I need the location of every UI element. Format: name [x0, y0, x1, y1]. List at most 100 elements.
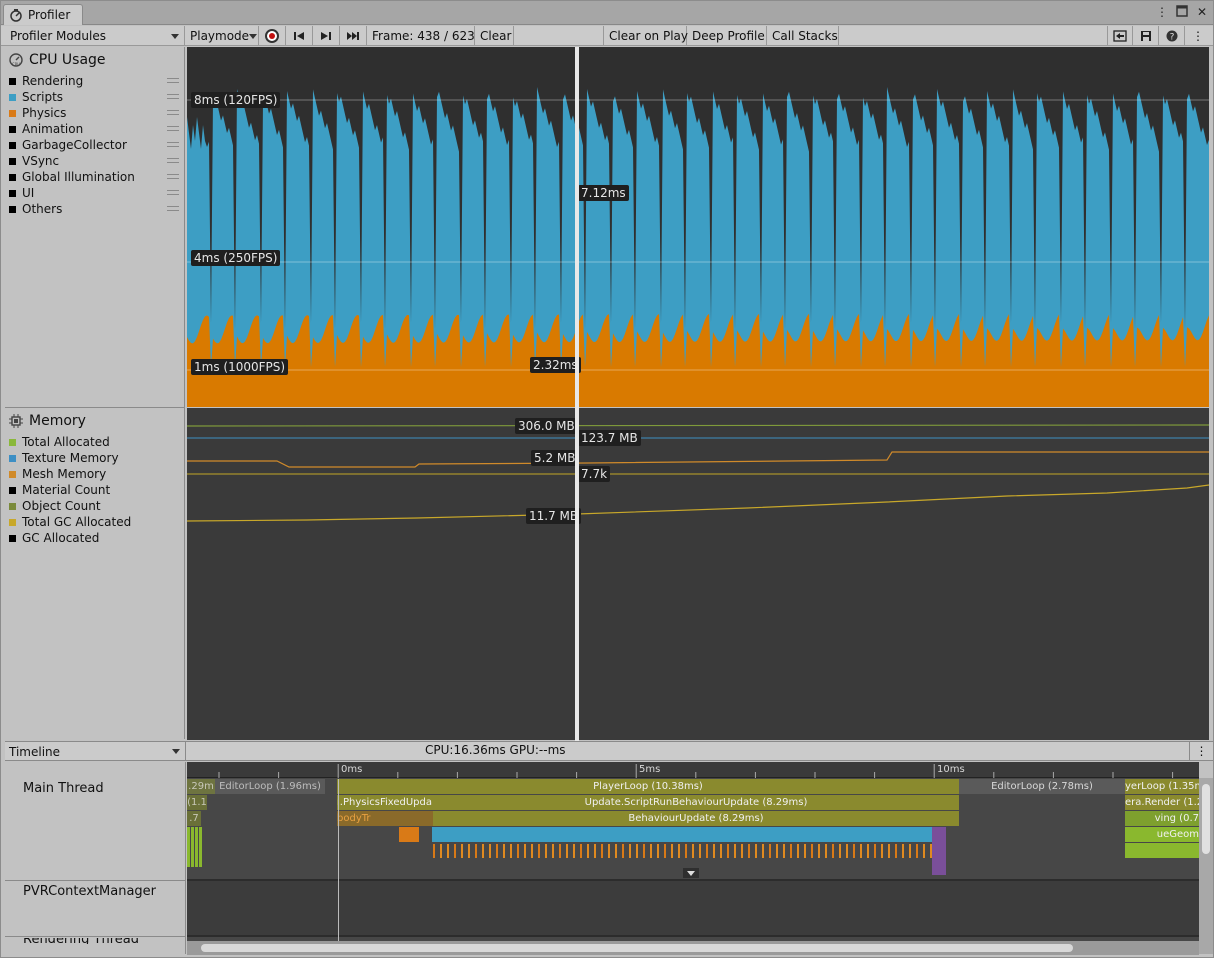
record-button[interactable] — [259, 26, 286, 46]
memory-legend-item[interactable]: Mesh Memory — [9, 466, 181, 482]
save-button[interactable] — [1133, 26, 1159, 46]
legend-label: Physics — [22, 106, 67, 120]
cpu-legend-item[interactable]: Global Illumination — [9, 169, 181, 185]
behaviour-update[interactable]: BehaviourUpdate (8.29ms) — [433, 811, 959, 826]
thread-main[interactable]: Main Thread — [23, 781, 104, 796]
chevron-down-icon — [249, 33, 258, 39]
editor-loop-right[interactable]: EditorLoop (2.78ms) — [959, 779, 1125, 794]
legend-label: Rendering — [22, 74, 84, 88]
ving-fragment[interactable]: ving (0.7 — [1125, 811, 1199, 826]
sample-mark — [846, 844, 848, 858]
tab-profiler[interactable]: Profiler — [3, 4, 83, 25]
first-frame-button[interactable] — [286, 26, 313, 46]
kebab-icon[interactable]: ⋮ — [1155, 5, 1169, 20]
legend-label: Global Illumination — [22, 170, 135, 184]
drag-handle-icon[interactable] — [167, 94, 179, 99]
drag-handle-icon[interactable] — [167, 78, 179, 83]
drag-handle-icon[interactable] — [167, 142, 179, 147]
cpu-legend-item[interactable]: Scripts — [9, 89, 181, 105]
drag-handle-icon[interactable] — [167, 126, 179, 131]
legend-label: Total Allocated — [22, 435, 110, 449]
clear-button[interactable]: Clear — [475, 26, 514, 46]
editor-loop-left[interactable]: EditorLoop (1.96ms) — [215, 779, 325, 794]
load-button[interactable] — [1107, 26, 1133, 46]
frame-cursor[interactable] — [575, 47, 579, 741]
svg-text:CPU: CPU — [12, 62, 20, 67]
memory-chip-icon — [9, 414, 23, 428]
memory-legend-item[interactable]: Total GC Allocated — [9, 514, 181, 530]
timeline-menu-button[interactable]: ⋮ — [1189, 742, 1213, 761]
timeline-view-dropdown[interactable]: Timeline — [5, 742, 186, 761]
next-frame-button[interactable] — [313, 26, 340, 46]
sample-mark — [790, 844, 792, 858]
frame-counter: Frame: 438 / 623 — [367, 26, 475, 46]
cpu-legend-item[interactable]: GarbageCollector — [9, 137, 181, 153]
cpu-legend-item[interactable]: Others — [9, 201, 181, 217]
memory-legend-item[interactable]: Material Count — [9, 482, 181, 498]
time-ruler: 0ms 5ms 10ms — [187, 762, 1199, 778]
tick-5ms: 5ms — [639, 764, 661, 775]
vertical-scroll-thumb[interactable] — [1202, 784, 1210, 854]
cpu-chart-svg — [187, 87, 1209, 407]
timeline-marker-pre[interactable]: .29m — [187, 779, 215, 794]
legend-swatch — [9, 125, 16, 133]
rigidbody-transform[interactable]: bodyTr — [337, 811, 433, 826]
player-loop-right[interactable]: yerLoop (1.35m — [1125, 779, 1199, 794]
thread-divider — [5, 936, 186, 937]
memory-legend-item[interactable]: Texture Memory — [9, 450, 181, 466]
physics-fixed-update[interactable]: ı.PhysicsFixedUpda — [337, 795, 433, 810]
player-loop[interactable]: PlayerLoop (10.38ms) — [337, 779, 959, 794]
cpu-legend-item[interactable]: VSync — [9, 153, 181, 169]
cpu-legend-item[interactable]: Animation — [9, 121, 181, 137]
current-frame-button[interactable] — [340, 26, 367, 46]
left-fragment-2[interactable]: .7 — [187, 811, 201, 826]
legend-swatch — [9, 141, 16, 149]
memory-legend: Total Allocated Texture Memory Mesh Memory… — [9, 434, 181, 546]
script-run-behaviour-update[interactable]: Update.ScriptRunBehaviourUpdate (8.29ms) — [433, 795, 959, 810]
target-dropdown[interactable]: Playmode — [185, 26, 259, 46]
toolbar-menu-button[interactable]: ⋮ — [1185, 26, 1211, 46]
call-stacks-toggle[interactable]: Call Stacks — [767, 26, 839, 46]
clear-on-play-toggle[interactable]: Clear on Play — [603, 26, 688, 46]
maximize-icon[interactable] — [1175, 5, 1189, 20]
timeline-horizontal-scrollbar[interactable] — [187, 941, 1199, 955]
close-icon[interactable]: ✕ — [1195, 5, 1209, 20]
memory-legend-item[interactable]: Total Allocated — [9, 434, 181, 450]
step-back-icon — [294, 32, 304, 40]
cpu-legend-item[interactable]: UI — [9, 185, 181, 201]
left-fragment-1[interactable]: (1.1 — [187, 795, 207, 810]
timeline-area[interactable]: 0ms 5ms 10ms .29m EditorLoop (1.96ms) Pl… — [187, 762, 1199, 954]
legend-swatch — [9, 157, 16, 165]
memory-chart[interactable]: 306.0 MB 123.7 MB 5.2 MB 7.7k 11.7 MB — [187, 408, 1209, 740]
drag-handle-icon[interactable] — [167, 174, 179, 179]
drag-handle-icon[interactable] — [167, 190, 179, 195]
sample-mark — [769, 844, 771, 858]
memory-legend-item[interactable]: Object Count — [9, 498, 181, 514]
horizontal-scroll-thumb[interactable] — [201, 944, 1073, 952]
sample-mark — [783, 844, 785, 858]
sample-mark — [440, 844, 442, 858]
sample-mark — [888, 844, 890, 858]
thread-pvr-context[interactable]: PVRContextManager — [23, 884, 156, 899]
memory-legend-item[interactable]: GC Allocated — [9, 530, 181, 546]
drag-handle-icon[interactable] — [167, 110, 179, 115]
thread-rendering[interactable]: Rendering Thread — [23, 938, 139, 944]
drag-handle-icon[interactable] — [167, 158, 179, 163]
expand-toggle[interactable] — [683, 868, 699, 878]
timeline-vertical-scrollbar[interactable] — [1199, 778, 1213, 954]
cpu-usage-chart[interactable]: 8ms (120FPS) 4ms (250FPS) 1ms (1000FPS) … — [187, 47, 1209, 407]
camera-render[interactable]: era.Render (1.2 — [1125, 795, 1199, 810]
chevron-down-icon — [171, 33, 179, 39]
sample-mark — [482, 844, 484, 858]
help-button[interactable]: ? — [1159, 26, 1185, 46]
cpu-module-header[interactable]: CPU CPU Usage — [9, 50, 106, 70]
profiler-modules-dropdown[interactable]: Profiler Modules — [5, 26, 185, 46]
drag-handle-icon[interactable] — [167, 206, 179, 211]
cpu-legend-item[interactable]: Rendering — [9, 73, 181, 89]
mesh-memory-line — [187, 451, 1209, 468]
deep-profile-toggle[interactable]: Deep Profile — [687, 26, 767, 46]
sample-mark — [650, 844, 652, 858]
memory-module-header[interactable]: Memory — [9, 411, 86, 431]
save-icon — [1140, 31, 1151, 41]
cpu-legend-item[interactable]: Physics — [9, 105, 181, 121]
